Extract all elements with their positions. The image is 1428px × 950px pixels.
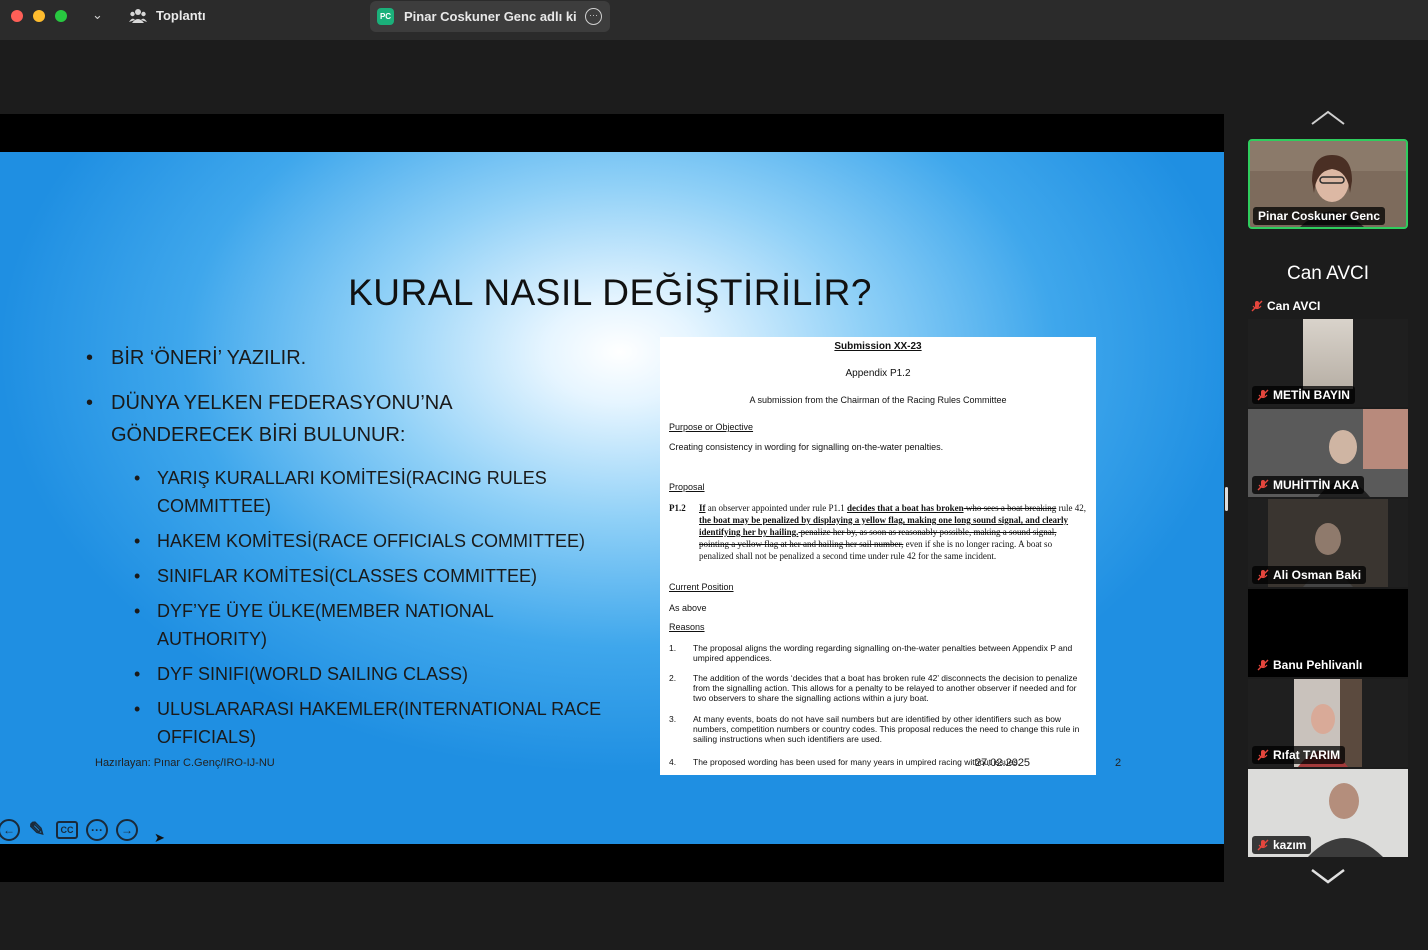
sub-bullet-item: DYF’YE ÜYE ÜLKE(MEMBER NATIONAL AUTHORIT… — [86, 597, 516, 653]
doc-text-run: rule 42, — [1056, 503, 1087, 513]
meeting-title: Toplantı — [156, 8, 206, 23]
chevron-down-icon[interactable] — [1310, 868, 1346, 886]
muted-mic-icon — [1257, 569, 1269, 581]
previous-slide-icon[interactable]: ← — [0, 819, 20, 841]
doc-subheading: Appendix P1.2 — [845, 368, 911, 379]
doc-proposal-label: Proposal — [669, 482, 705, 492]
doc-purpose-text: Creating consistency in wording for sign… — [669, 442, 944, 452]
sub-bullet-item: HAKEM KOMİTESİ(RACE OFFICIALS COMMITTEE) — [86, 527, 646, 555]
muted-mic-icon — [1251, 300, 1263, 312]
doc-current-label: Current Position — [669, 582, 734, 592]
maximize-window-button[interactable] — [55, 10, 67, 22]
doc-reasons-label: Reasons — [669, 622, 705, 632]
participant-tile[interactable]: METİN BAYIN — [1248, 319, 1408, 407]
participant-name: Pinar Coskuner Genc — [1253, 207, 1386, 225]
participant-label: Can AVCI — [1251, 299, 1320, 313]
more-icon[interactable]: ··· — [86, 819, 108, 841]
pen-icon[interactable]: ✎ — [26, 819, 48, 841]
screen-share-indicator[interactable]: PC Pinar Coskuner Genc adlı kişi ekranın… — [370, 1, 610, 32]
close-window-button[interactable] — [11, 10, 23, 22]
presentation-slide: KURAL NASIL DEĞİŞTİRİLİR? BİR ‘ÖNERİ’ YA… — [0, 152, 1224, 845]
mouse-pointer-icon: ➤ — [154, 830, 165, 845]
sub-bullet-item: YARIŞ KURALLARI KOMİTESİ(RACING RULES CO… — [86, 464, 566, 520]
title-bar: ⌄ Toplantı PC Pinar Coskuner Genc adlı k… — [0, 0, 1428, 40]
bullet-item: BİR ‘ÖNERİ’ YAZILIR. — [86, 342, 646, 374]
muted-mic-icon — [1257, 659, 1269, 671]
doc-reason-number: 1. — [669, 643, 677, 653]
doc-byline: A submission from the Chairman of the Ra… — [749, 395, 1007, 405]
participant-name: Can AVCI — [1267, 299, 1321, 313]
participant-tile[interactable]: Rıfat TARIM — [1248, 679, 1408, 767]
sub-bullet-item: DYF SINIFI(WORLD SAILING CLASS) — [86, 660, 646, 688]
minimize-window-button[interactable] — [33, 10, 45, 22]
presenter-avatar: PC — [377, 8, 394, 25]
participant-tile[interactable]: Ali Osman Baki — [1248, 499, 1408, 587]
participant-label: Banu Pehlivanlı — [1252, 656, 1368, 674]
doc-text-run: who sees a boat breaking — [963, 503, 1057, 513]
chevron-down-icon[interactable]: ⌄ — [92, 7, 103, 23]
active-speaker-tile[interactable]: Pinar Coskuner Genc — [1248, 139, 1408, 229]
participant-label: Rıfat TARIM — [1252, 746, 1346, 764]
muted-mic-icon — [1257, 479, 1269, 491]
muted-mic-icon — [1257, 389, 1269, 401]
doc-reason-number: 2. — [669, 673, 677, 683]
more-options-icon[interactable]: ··· — [585, 8, 602, 25]
participants-icon — [129, 9, 147, 23]
chevron-up-icon[interactable] — [1310, 108, 1346, 126]
participant-tile[interactable]: MUHİTTİN AKA — [1248, 409, 1408, 497]
doc-current-text: As above — [669, 603, 707, 613]
next-slide-icon[interactable]: → — [116, 819, 138, 841]
featured-participant-name: Can AVCI — [1286, 263, 1370, 284]
participant-label: Ali Osman Baki — [1252, 566, 1367, 584]
participant-tile[interactable]: kazım — [1248, 769, 1408, 857]
doc-reason-text: At many events, boats do not have sail n… — [693, 714, 1080, 744]
participant-name: MUHİTTİN AKA — [1273, 478, 1360, 492]
participant-tile[interactable]: Banu Pehlivanlı — [1248, 589, 1408, 677]
doc-text-run: an observer appointed under rule P1.1 — [705, 503, 847, 513]
slide-bullet-list: BİR ‘ÖNERİ’ YAZILIR. DÜNYA YELKEN FEDERA… — [86, 342, 646, 758]
muted-mic-icon — [1257, 839, 1269, 851]
muted-mic-icon — [1257, 749, 1269, 761]
panel-resize-handle[interactable] — [1225, 487, 1228, 511]
doc-reason-number: 4. — [669, 757, 677, 767]
sub-bullet-item: SINIFLAR KOMİTESİ(CLASSES COMMITTEE) — [86, 562, 646, 590]
participant-label: kazım — [1252, 836, 1312, 854]
participant-name: METİN BAYIN — [1273, 388, 1350, 402]
participant-video — [1303, 319, 1353, 389]
doc-text-run: decides that a boat has broken — [846, 503, 964, 513]
slide-footer-author: Hazırlayan: Pınar C.Genç/IRO-IJ-NU — [95, 757, 275, 769]
participant-name: Ali Osman Baki — [1273, 568, 1362, 582]
captions-button[interactable]: CC — [56, 821, 78, 839]
slide-page-number: 2 — [1115, 757, 1122, 769]
participant-name: kazım — [1273, 838, 1307, 852]
participant-name: Banu Pehlivanlı — [1273, 658, 1363, 672]
participant-name: Rıfat TARIM — [1273, 748, 1341, 762]
embedded-document: Submission XX-23 Appendix P1.2 A submiss… — [660, 337, 1096, 775]
participant-label: METİN BAYIN — [1252, 386, 1355, 404]
doc-purpose-label: Purpose or Objective — [669, 422, 754, 432]
slide-title: KURAL NASIL DEĞİŞTİRİLİR? — [348, 272, 872, 313]
doc-reason-number: 3. — [669, 714, 677, 724]
slide-footer-date: 27.02.2025 — [975, 757, 1031, 769]
bullet-item: DÜNYA YELKEN FEDERASYONU’NA GÖNDERECEK B… — [86, 387, 466, 451]
doc-heading: Submission XX-23 — [834, 341, 922, 352]
participant-label: MUHİTTİN AKA — [1252, 476, 1365, 494]
share-status-text: Pinar Coskuner Genc adlı kişi ekranını p… — [404, 9, 576, 24]
doc-proposal-rule: P1.2 — [669, 503, 686, 513]
doc-reason-text: The addition of the words ‘decides that … — [693, 673, 1078, 703]
doc-reason-text: The proposal aligns the wording regardin… — [693, 643, 1073, 663]
sub-bullet-item: ULUSLARARASI HAKEMLER(INTERNATIONAL RACE… — [86, 695, 626, 751]
